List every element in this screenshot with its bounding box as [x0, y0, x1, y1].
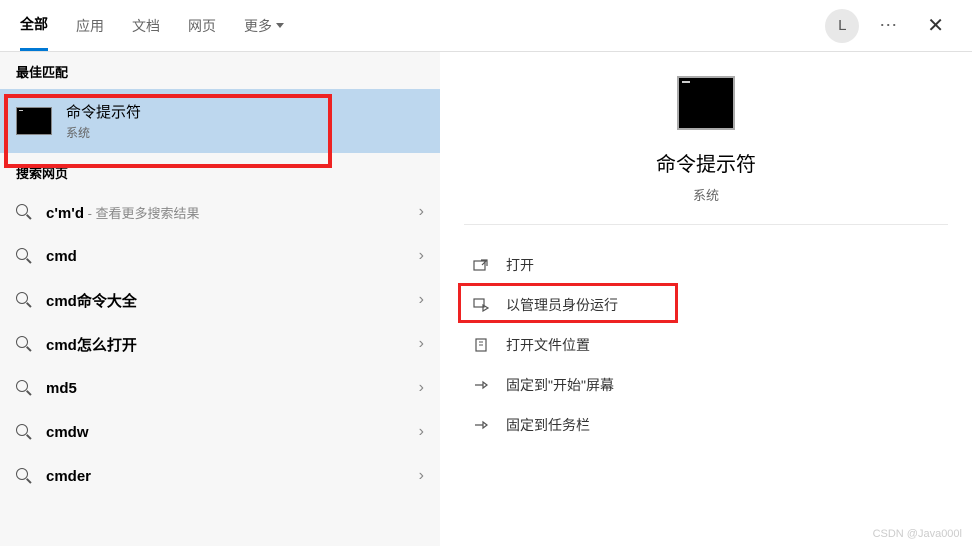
search-item-2[interactable]: cmd命令大全 ›	[0, 278, 440, 322]
open-icon	[472, 257, 490, 273]
tab-apps[interactable]: 应用	[76, 0, 104, 51]
web-search-header: 搜索网页	[0, 153, 440, 190]
close-button[interactable]: ✕	[919, 9, 952, 42]
chevron-down-icon	[276, 23, 284, 28]
chevron-right-icon: ›	[419, 291, 424, 309]
pin-icon	[472, 417, 490, 433]
pin-icon	[472, 377, 490, 393]
tab-docs[interactable]: 文档	[132, 0, 160, 51]
preview-pane: 命令提示符 系统 打开 以管理员身份运行 打开文件位置	[440, 52, 972, 546]
search-item-5[interactable]: cmdw ›	[0, 410, 440, 454]
cmd-icon	[16, 107, 52, 135]
tab-all[interactable]: 全部	[20, 0, 48, 51]
best-match-item[interactable]: 命令提示符 系统	[0, 89, 440, 153]
tab-web[interactable]: 网页	[188, 0, 216, 51]
search-item-1[interactable]: cmd ›	[0, 234, 440, 278]
best-match-subtitle: 系统	[66, 124, 141, 141]
tab-bar: 全部 应用 文档 网页 更多	[20, 0, 284, 51]
search-item-4[interactable]: md5 ›	[0, 366, 440, 410]
chevron-right-icon: ›	[419, 335, 424, 353]
search-icon	[16, 336, 32, 352]
best-match-header: 最佳匹配	[0, 52, 440, 89]
results-pane: 最佳匹配 命令提示符 系统 搜索网页 c'm'd - 查看更多搜索结果 › cm…	[0, 52, 440, 546]
chevron-right-icon: ›	[419, 467, 424, 485]
search-icon	[16, 424, 32, 440]
search-item-6[interactable]: cmder ›	[0, 454, 440, 498]
header: 全部 应用 文档 网页 更多 L ⋯ ✕	[0, 0, 972, 52]
search-icon	[16, 248, 32, 264]
search-icon	[16, 204, 32, 220]
chevron-right-icon: ›	[419, 423, 424, 441]
admin-icon	[472, 297, 490, 313]
action-open[interactable]: 打开	[464, 245, 948, 285]
more-options-button[interactable]: ⋯	[879, 15, 899, 36]
search-item-0[interactable]: c'm'd - 查看更多搜索结果 ›	[0, 190, 440, 234]
best-match-title: 命令提示符	[66, 101, 141, 122]
chevron-right-icon: ›	[419, 379, 424, 397]
action-pin-taskbar[interactable]: 固定到任务栏	[464, 405, 948, 445]
chevron-right-icon: ›	[419, 203, 424, 221]
preview-subtitle: 系统	[464, 185, 948, 204]
folder-icon	[472, 337, 490, 353]
action-pin-start[interactable]: 固定到"开始"屏幕	[464, 365, 948, 405]
avatar[interactable]: L	[825, 9, 859, 43]
search-item-3[interactable]: cmd怎么打开 ›	[0, 322, 440, 366]
cmd-icon	[677, 76, 735, 130]
search-icon	[16, 468, 32, 484]
tab-more[interactable]: 更多	[244, 0, 284, 51]
preview-title: 命令提示符	[464, 148, 948, 177]
chevron-right-icon: ›	[419, 247, 424, 265]
action-open-location[interactable]: 打开文件位置	[464, 325, 948, 365]
watermark: CSDN @Java000l	[873, 528, 962, 540]
search-icon	[16, 292, 32, 308]
action-run-as-admin[interactable]: 以管理员身份运行	[464, 285, 948, 325]
search-icon	[16, 380, 32, 396]
